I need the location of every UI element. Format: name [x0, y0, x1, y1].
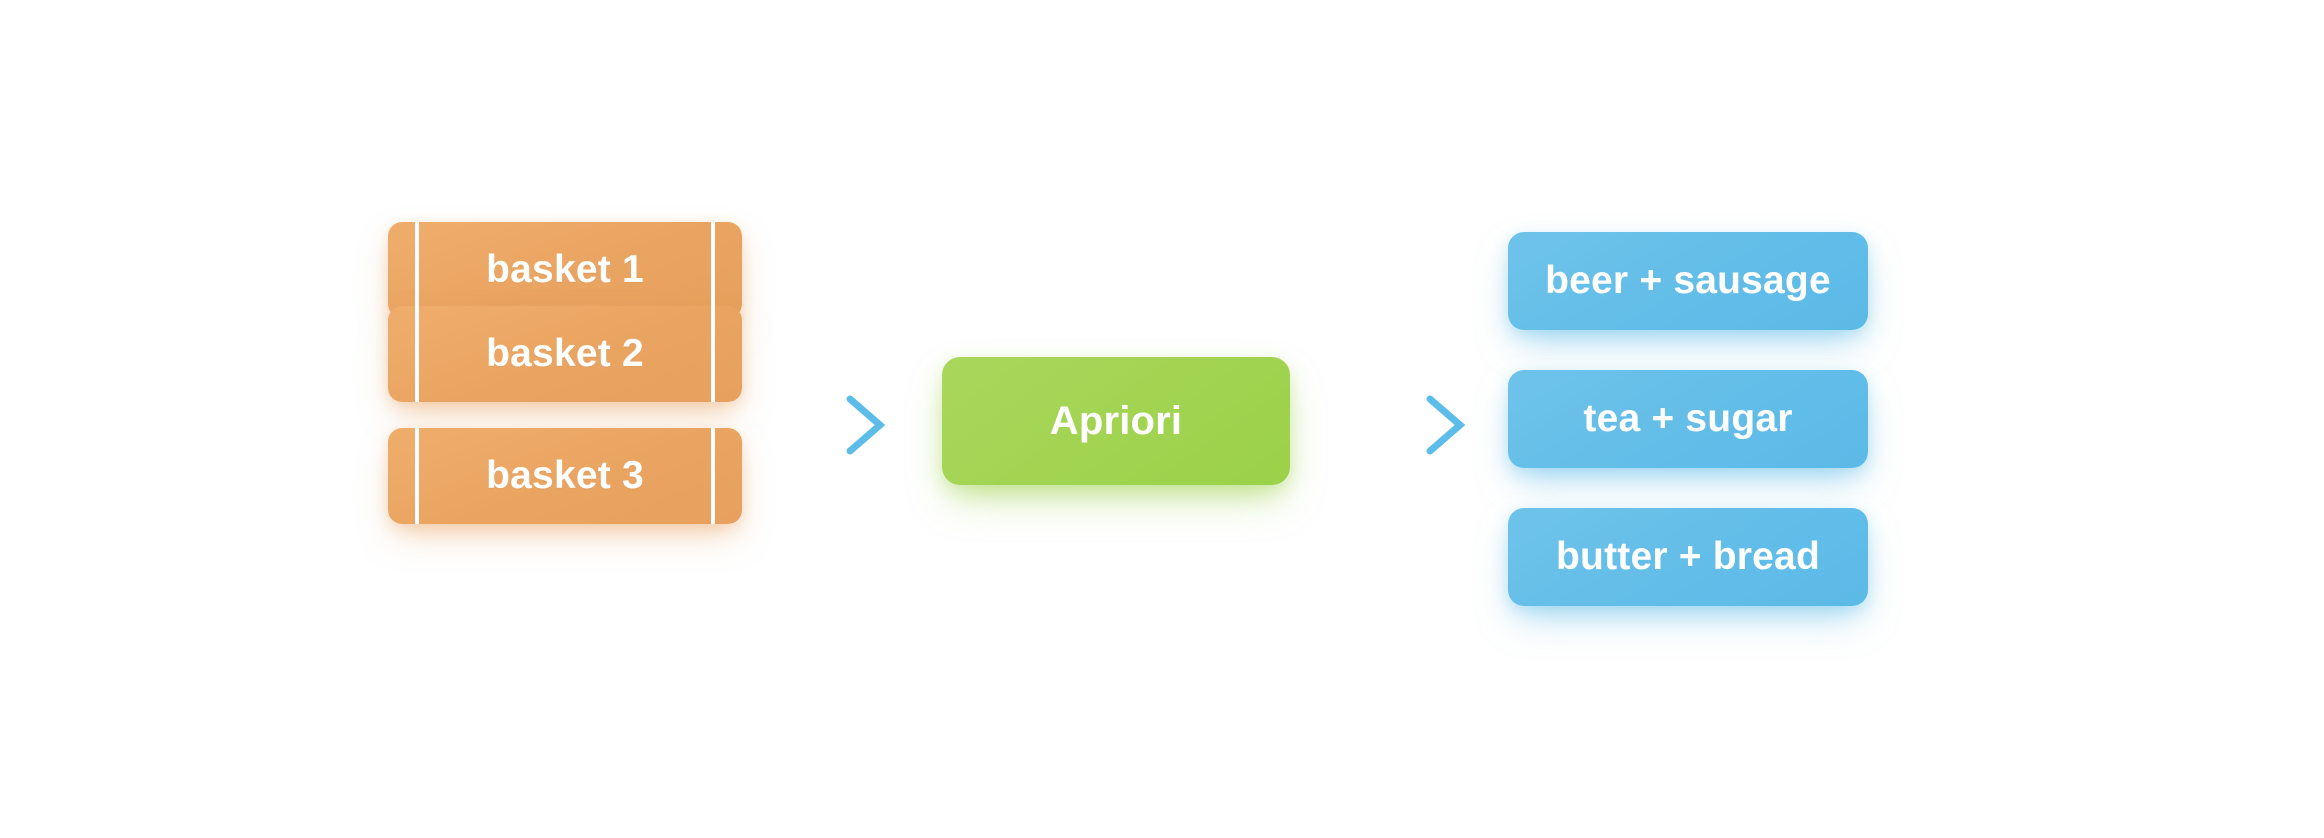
rule-node-label: butter + bread: [1556, 535, 1820, 578]
basket-divider-right-icon: [711, 222, 715, 318]
basket-divider-right-icon: [711, 428, 715, 524]
apriori-node-label: Apriori: [1049, 398, 1183, 443]
basket-node-label: basket 3: [486, 454, 644, 497]
diagram-canvas: basket 1 basket 2 basket 3 Apriori beer …: [0, 0, 2324, 838]
basket-divider-left-icon: [415, 222, 419, 318]
basket-divider-left-icon: [415, 428, 419, 524]
basket-node-2[interactable]: basket 2: [388, 306, 742, 402]
basket-divider-right-icon: [711, 306, 715, 402]
basket-node-label: basket 2: [486, 332, 644, 375]
basket-node-label: basket 1: [486, 248, 644, 291]
basket-node-3[interactable]: basket 3: [388, 428, 742, 524]
rule-node-2[interactable]: tea + sugar: [1508, 370, 1868, 468]
rule-node-label: tea + sugar: [1583, 397, 1793, 440]
basket-node-1[interactable]: basket 1: [388, 222, 742, 318]
apriori-process-node[interactable]: Apriori: [942, 357, 1290, 485]
arrow-baskets-to-apriori-icon: [752, 395, 886, 455]
rule-node-label: beer + sausage: [1545, 259, 1831, 302]
arrow-apriori-to-results-icon: [1332, 395, 1466, 455]
rule-node-1[interactable]: beer + sausage: [1508, 232, 1868, 330]
rule-node-3[interactable]: butter + bread: [1508, 508, 1868, 606]
basket-divider-left-icon: [415, 306, 419, 402]
